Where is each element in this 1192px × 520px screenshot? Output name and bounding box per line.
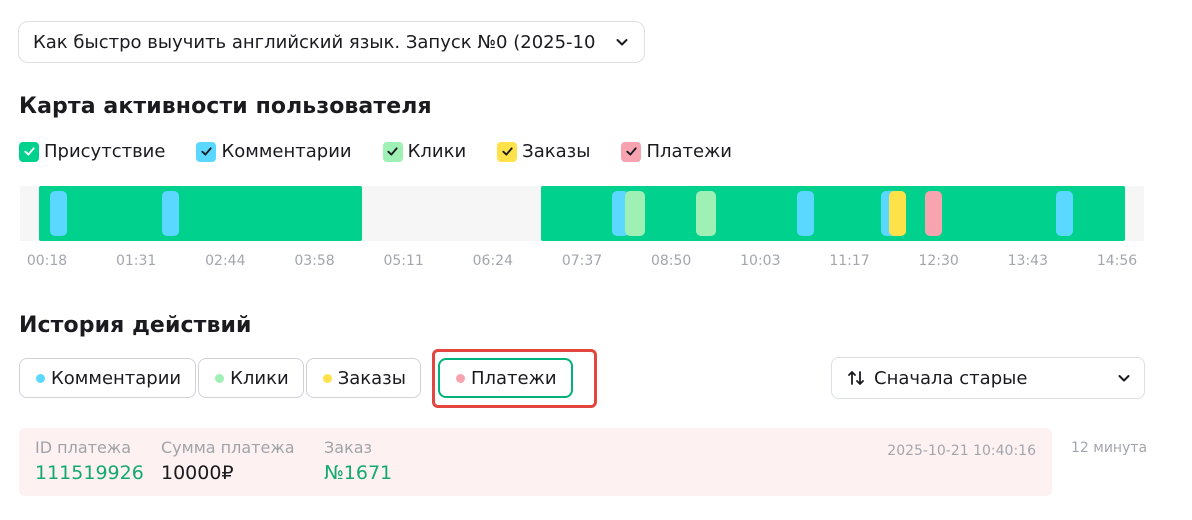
order-label: Заказ: [324, 438, 373, 457]
comment-marker[interactable]: [797, 191, 815, 236]
comment-marker[interactable]: [49, 191, 67, 236]
filter-chip[interactable]: Клики: [198, 358, 304, 398]
legend-checkbox[interactable]: Комментарии: [196, 141, 352, 162]
event-timestamp: 2025-10-21 10:40:16: [887, 443, 1036, 459]
filter-chip-label: Комментарии: [51, 367, 182, 389]
timeline-axis: 00:18 01:31 02:44 03:58 05:11 06:24 07:37 08:50…: [20, 253, 1144, 271]
payment-id-label: ID платежа: [35, 438, 131, 457]
dot-icon: [215, 373, 225, 383]
legend-label: Платежи: [646, 141, 732, 162]
webinar-select[interactable]: Как быстро выучить английский язык. Запу…: [18, 21, 645, 63]
order-marker[interactable]: [889, 191, 907, 236]
legend-checkbox[interactable]: Клики: [382, 141, 467, 162]
relative-time: 12 минута: [1071, 440, 1148, 456]
order-link[interactable]: №1671: [324, 462, 392, 484]
filter-chip-label: Клики: [230, 367, 289, 389]
order-field: Заказ №1671: [324, 438, 392, 484]
legend-checkbox[interactable]: Присутствие: [19, 141, 165, 162]
timeline-tick-label: 14:56: [1096, 253, 1138, 269]
comment-marker[interactable]: [1055, 191, 1073, 236]
legend-label: Заказы: [522, 141, 591, 162]
legend-label: Присутствие: [44, 141, 166, 162]
timeline-tick-label: 06:24: [472, 253, 514, 269]
timeline-tick-label: 12:30: [918, 253, 959, 269]
click-marker[interactable]: [696, 191, 717, 236]
timeline-tick-label: 11:17: [829, 253, 870, 269]
activity-legend: Присутствие Комментарии Клики Заказы Платежи: [19, 141, 763, 162]
timeline-tick-label: 07:37: [561, 253, 603, 269]
timeline-tick-label: 01:31: [115, 253, 157, 269]
activity-map-title: Карта активности пользователя: [19, 94, 432, 119]
legend-checkbox[interactable]: Платежи: [621, 141, 732, 162]
timeline-tick-label: 08:50: [650, 253, 692, 269]
presence-segment: [39, 186, 362, 241]
filter-chip[interactable]: Заказы: [305, 358, 421, 398]
payment-amount-value: 10000₽: [161, 462, 234, 484]
payment-amount-label: Сумма платежа: [161, 438, 295, 457]
timeline-tick-label: 00:18: [26, 253, 68, 269]
dot-icon: [322, 373, 332, 383]
comment-marker[interactable]: [162, 191, 180, 236]
sort-icon: [846, 368, 866, 388]
timeline-tick-label: 02:44: [205, 253, 246, 269]
dot-icon: [36, 373, 45, 383]
checkbox-icon: [196, 141, 217, 162]
active-filter-highlight: [432, 349, 597, 408]
checkbox-icon: [621, 141, 642, 162]
chevron-down-icon: [1116, 370, 1132, 386]
payment-marker[interactable]: [925, 191, 943, 236]
checkbox-icon: [19, 141, 39, 162]
payment-id-link[interactable]: 111519926: [35, 462, 144, 484]
filter-chip[interactable]: Комментарии: [19, 358, 197, 398]
payment-event-card: ID платежа 111519926 Сумма платежа 10000…: [19, 428, 1052, 496]
sort-select[interactable]: Сначала старые: [831, 357, 1145, 399]
webinar-select-label: Как быстро выучить английский язык. Запу…: [33, 31, 596, 53]
legend-checkbox[interactable]: Заказы: [497, 141, 590, 162]
timeline-tick-label: 03:58: [294, 253, 335, 269]
chevron-down-icon: [614, 34, 630, 50]
history-title: История действий: [19, 313, 252, 338]
click-marker[interactable]: [624, 191, 645, 236]
legend-label: Клики: [407, 141, 467, 162]
payment-id-field: ID платежа 111519926: [35, 438, 144, 484]
legend-label: Комментарии: [221, 141, 352, 162]
checkbox-icon: [497, 141, 518, 162]
timeline-tick-label: 10:03: [740, 253, 781, 269]
activity-timeline: [20, 186, 1144, 241]
user-activity-page: Как быстро выучить английский язык. Запу…: [0, 0, 1192, 520]
sort-select-label: Сначала старые: [874, 367, 1028, 389]
timeline-tick-label: 05:11: [383, 253, 424, 269]
filter-chip-label: Заказы: [337, 367, 406, 389]
checkbox-icon: [382, 141, 403, 162]
timeline-tick-label: 13:43: [1007, 253, 1049, 269]
payment-amount-field: Сумма платежа 10000₽: [161, 438, 295, 484]
